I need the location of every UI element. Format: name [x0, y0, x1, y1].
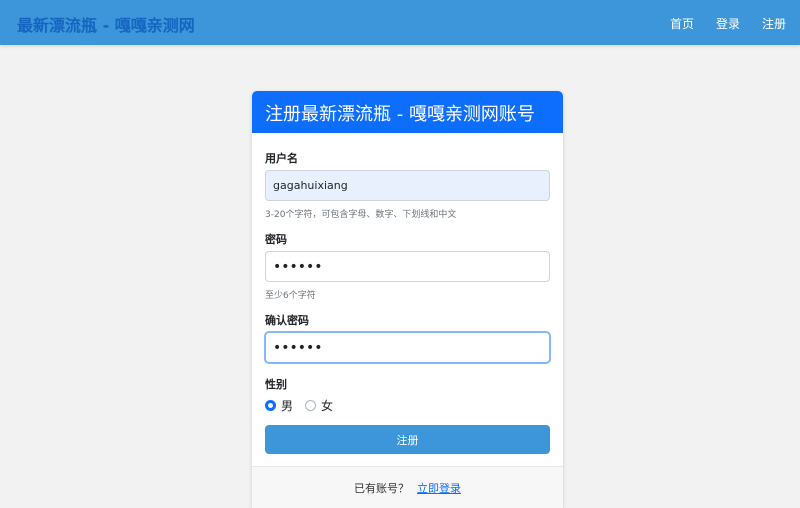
card-footer: 已有账号？ 立即登录	[252, 466, 563, 508]
navbar: 最新漂流瓶 - 嘎嘎亲测网 首页 登录 注册	[0, 0, 800, 45]
password-help: 至少6个字符	[265, 291, 316, 301]
gender-radio-group: 男 女	[265, 397, 345, 414]
nav-links: 首页 登录 注册	[670, 15, 786, 32]
confirm-password-label: 确认密码	[265, 314, 309, 327]
nav-home-link[interactable]: 首页	[670, 15, 694, 32]
gender-female-radio[interactable]: 女	[305, 397, 333, 414]
username-help: 3-20个字符，可包含字母、数字、下划线和中文	[265, 210, 457, 220]
gender-label: 性别	[265, 378, 287, 391]
register-button[interactable]: 注册	[265, 425, 550, 454]
nav-login-link[interactable]: 登录	[716, 15, 740, 32]
gender-male-radio[interactable]: 男	[265, 397, 293, 414]
radio-unchecked-icon[interactable]	[305, 400, 317, 411]
username-label: 用户名	[265, 152, 298, 165]
password-input[interactable]	[265, 251, 550, 282]
radio-checked-icon[interactable]	[265, 400, 276, 411]
card-title: 注册最新漂流瓶 - 嘎嘎亲测网账号	[252, 91, 563, 133]
gender-female-label: 女	[321, 399, 334, 413]
login-link[interactable]: 立即登录	[417, 480, 461, 496]
gender-male-label: 男	[281, 399, 294, 413]
password-label: 密码	[265, 233, 287, 246]
brand-logo[interactable]: 最新漂流瓶 - 嘎嘎亲测网	[17, 12, 195, 36]
register-form: 用户名 3-20个字符，可包含字母、数字、下划线和中文 密码 至少6个字符 确认…	[252, 133, 563, 466]
username-input[interactable]	[265, 170, 550, 201]
register-card: 注册最新漂流瓶 - 嘎嘎亲测网账号 用户名 3-20个字符，可包含字母、数字、下…	[252, 91, 563, 508]
footer-text: 已有账号？	[354, 481, 409, 495]
confirm-password-input[interactable]	[265, 332, 550, 363]
nav-register-link[interactable]: 注册	[762, 15, 786, 32]
